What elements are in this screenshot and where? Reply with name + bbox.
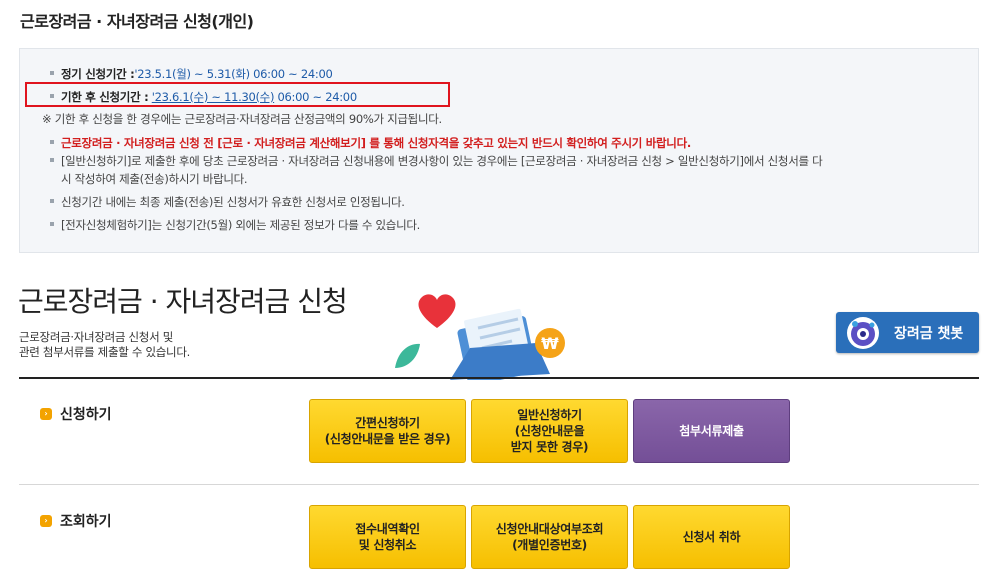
bullet-icon xyxy=(50,198,54,203)
notice-box: 정기 신청기간 :'23.5.1(월) ~ 5.31(화) 06:00 ~ 24… xyxy=(19,48,979,253)
valid-application-line: 신청기간 내에는 최종 제출(전송)된 신청서가 유효한 신청서로 인정됩니다. xyxy=(50,194,405,210)
coin-icon: ₩ xyxy=(535,328,565,358)
chatbot-label: 장려금 챗봇 xyxy=(894,325,964,342)
attachment-submit-title: 첨부서류제출 xyxy=(679,424,744,438)
simple-apply-title: 간편신청하기 xyxy=(355,416,420,430)
general-apply-text-1: [일반신청하기]로 제출한 후에 당초 근로장려금 · 자녀장려금 신청내용에 … xyxy=(61,154,823,168)
receipt-check-subtitle: 및 신청취소 xyxy=(358,538,417,552)
eligibility-inquiry-title: 신청안내대상여부조회 xyxy=(495,522,604,536)
svg-text:₩: ₩ xyxy=(541,334,559,353)
bullet-icon xyxy=(50,139,54,144)
regular-period-line: 정기 신청기간 :'23.5.1(월) ~ 5.31(화) 06:00 ~ 24… xyxy=(50,66,333,82)
eligibility-inquiry-subtitle: (개별인증번호) xyxy=(512,538,587,552)
late-period-note: ※ 기한 후 신청을 한 경우에는 근로장려금·자녀장려금 산정금액의 90%가… xyxy=(42,112,442,126)
eligibility-warning-line: 근로장려금 · 자녀장려금 신청 전 [근로 · 자녀장려금 계산해보기] 를 … xyxy=(50,135,691,151)
regular-period-label: 정기 신청기간 : xyxy=(61,67,135,81)
eligibility-warning: 근로장려금 · 자녀장려금 신청 전 [근로 · 자녀장려금 계산해보기] 를 … xyxy=(61,136,691,150)
withdraw-application-button[interactable]: 신청서 취하 xyxy=(633,505,790,569)
general-apply-line: [일반신청하기]로 제출한 후에 당초 근로장려금 · 자녀장려금 신청내용에 … xyxy=(50,153,823,169)
trial-info-text: [전자신청체험하기]는 신청기간(5월) 외에는 제공된 정보가 다를 수 있습… xyxy=(61,218,421,232)
bullet-icon xyxy=(50,70,54,75)
section-divider xyxy=(19,377,979,379)
regular-period-value: '23.5.1(월) ~ 5.31(화) 06:00 ~ 24:00 xyxy=(134,67,333,81)
late-period-highlight xyxy=(25,82,450,107)
valid-application-text: 신청기간 내에는 최종 제출(전송)된 신청서가 유효한 신청서로 인정됩니다. xyxy=(61,195,405,209)
section-description: 근로장려금·자녀장려금 신청서 및 관련 첨부서류를 제출할 수 있습니다. xyxy=(19,330,190,360)
application-illustration: ₩ xyxy=(395,294,565,380)
general-apply-button[interactable]: 일반신청하기 (신청안내문을 받지 못한 경우) xyxy=(471,399,628,463)
general-apply-title: 일반신청하기 xyxy=(517,408,582,422)
general-apply-subtitle-2: 받지 못한 경우) xyxy=(510,440,589,454)
page-title: 근로장려금 · 자녀장려금 신청(개인) xyxy=(20,12,254,31)
bullet-icon xyxy=(50,157,54,162)
receipt-check-title: 접수내역확인 xyxy=(355,522,420,536)
simple-apply-subtitle: (신청안내문을 받은 경우) xyxy=(324,432,451,446)
section-desc-line-1: 근로장려금·자녀장려금 신청서 및 xyxy=(19,330,173,344)
attachment-submit-button[interactable]: 첨부서류제출 xyxy=(633,399,790,463)
inquiry-row-title: 조회하기 xyxy=(60,514,112,530)
general-apply-text-2: 시 작성하여 제출(전송)하시기 바랍니다. xyxy=(61,172,248,186)
chatbot-button[interactable]: 장려금 챗봇 xyxy=(836,312,979,353)
heart-icon xyxy=(418,294,456,328)
eligibility-inquiry-button[interactable]: 신청안내대상여부조회 (개별인증번호) xyxy=(471,505,628,569)
receipt-check-button[interactable]: 접수내역확인 및 신청취소 xyxy=(309,505,466,569)
general-apply-subtitle-1: (신청안내문을 xyxy=(514,424,585,438)
arrow-right-icon: › xyxy=(40,408,52,420)
robot-icon xyxy=(847,316,879,349)
inquiry-row-label: › 조회하기 xyxy=(40,511,112,531)
simple-apply-button[interactable]: 간편신청하기 (신청안내문을 받은 경우) xyxy=(309,399,466,463)
section-title: 근로장려금 · 자녀장려금 신청 xyxy=(18,285,348,318)
trial-info-line: [전자신청체험하기]는 신청기간(5월) 외에는 제공된 정보가 다를 수 있습… xyxy=(50,217,420,233)
apply-row-label: › 신청하기 xyxy=(40,404,112,424)
apply-row-title: 신청하기 xyxy=(60,407,112,423)
section-desc-line-2: 관련 첨부서류를 제출할 수 있습니다. xyxy=(19,345,190,359)
row-divider xyxy=(19,484,979,485)
arrow-right-icon: › xyxy=(40,515,52,527)
bullet-icon xyxy=(50,221,54,226)
leaf-icon xyxy=(395,343,420,368)
withdraw-application-title: 신청서 취하 xyxy=(682,530,741,544)
envelope-icon xyxy=(450,308,550,380)
